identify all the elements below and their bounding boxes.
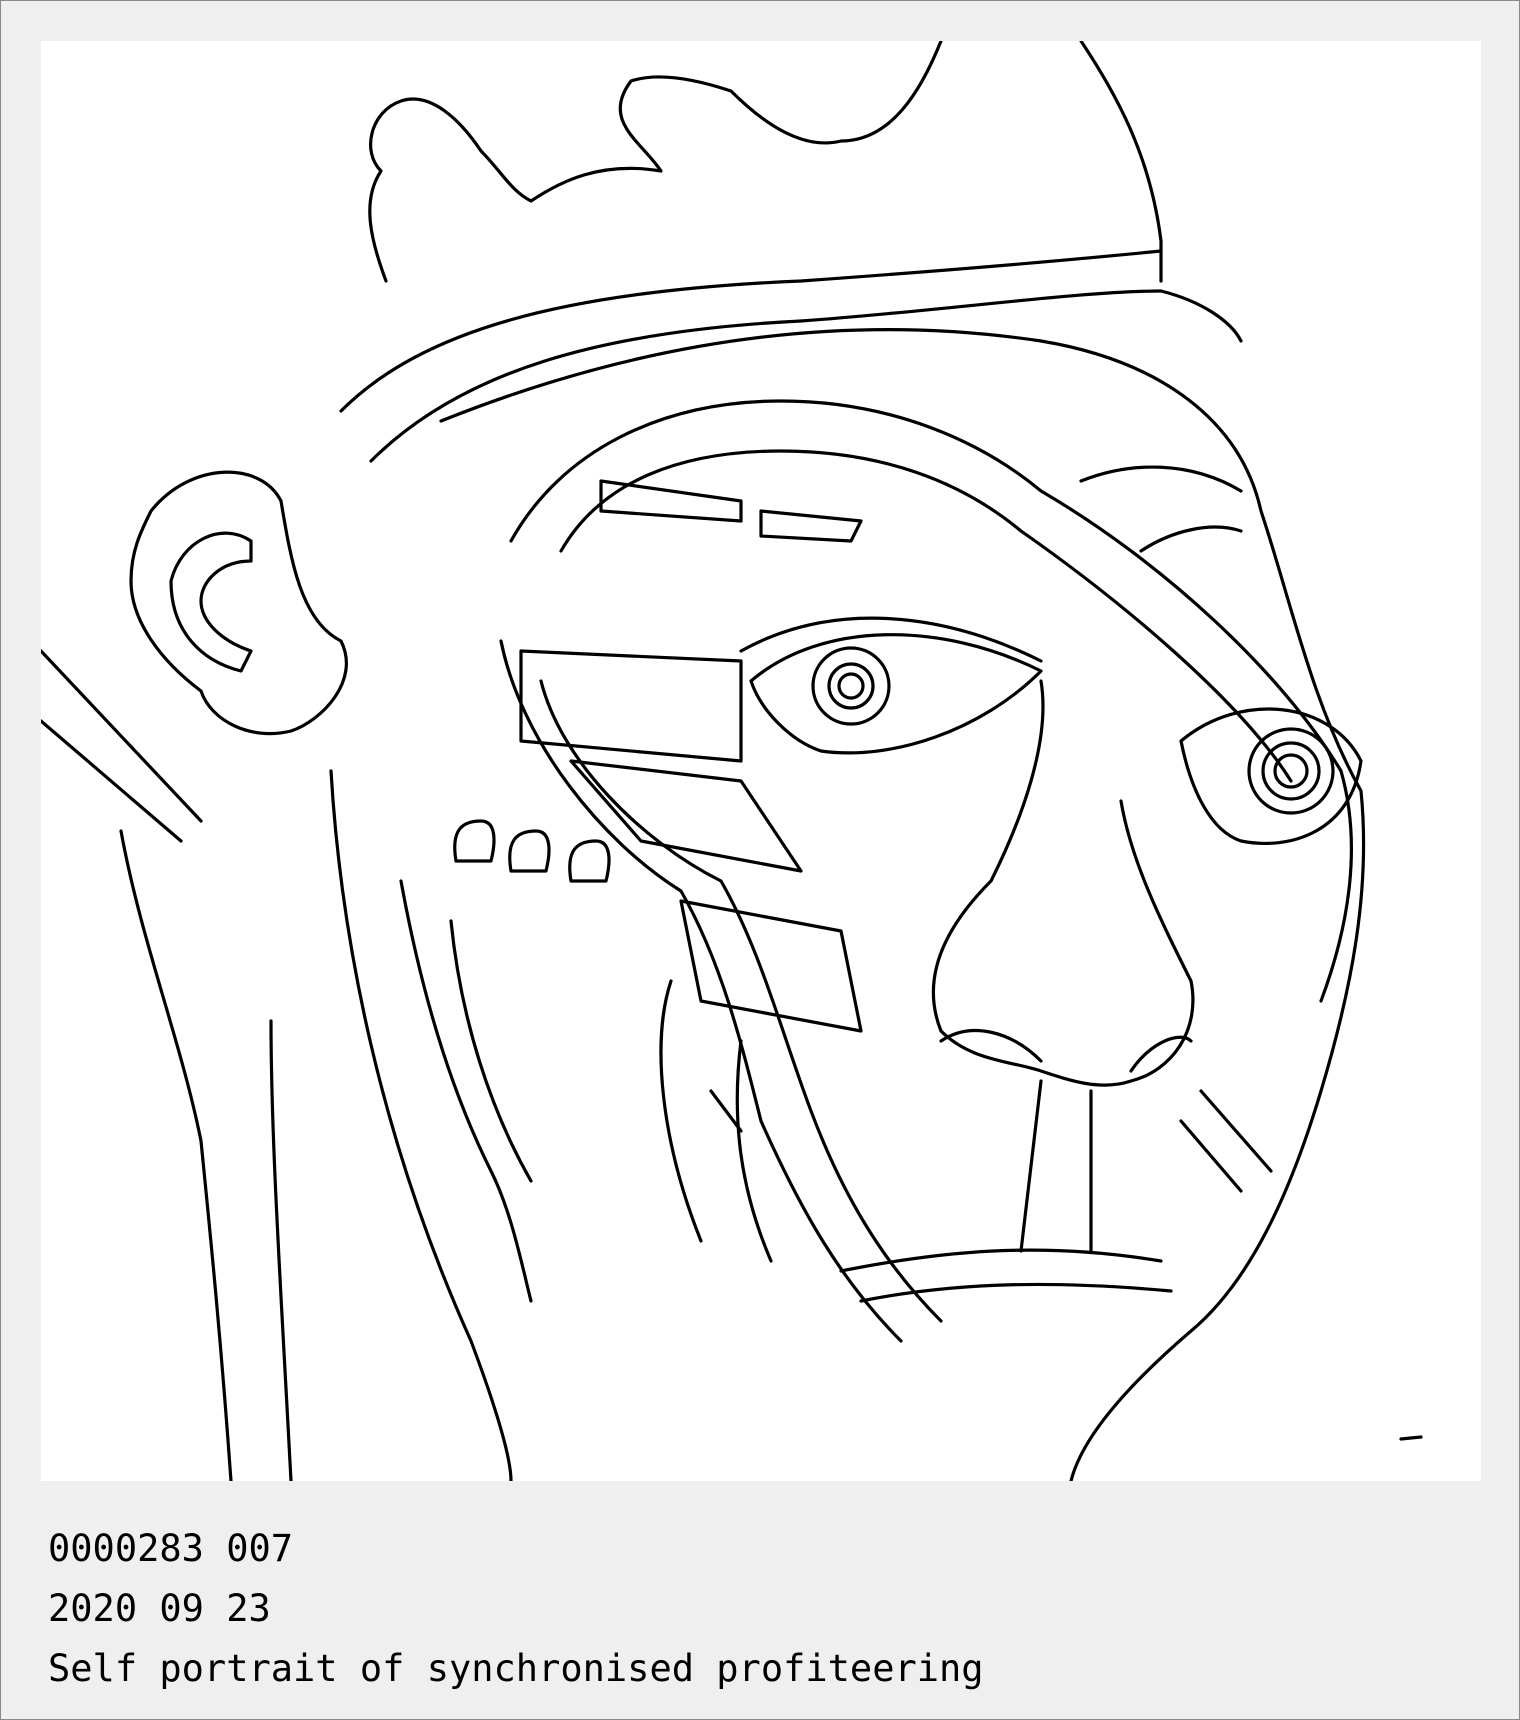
forehead-line-2: [1139, 525, 1243, 553]
face-outline: [439, 328, 1366, 1481]
lower-lip: [859, 1282, 1173, 1303]
hair-outline: [368, 41, 943, 283]
headband-top: [339, 249, 1163, 413]
card-frame: 0000283 007 2020 09 23 Self portrait of …: [0, 0, 1520, 1720]
cheek-line-1: [1179, 1119, 1243, 1193]
signature-dash: [1399, 1435, 1423, 1441]
ribbon-seg-4: [569, 759, 803, 873]
tooth-1: [453, 819, 496, 863]
shoulder-line: [41, 649, 203, 823]
tooth-3: [568, 839, 611, 883]
ribbon-seg-3: [519, 649, 743, 763]
line-art-portrait: [41, 41, 1481, 1481]
artwork-date: 2020 09 23: [48, 1587, 271, 1630]
ear-outline: [129, 470, 348, 736]
left-eye-dot: [837, 672, 865, 700]
caption-block: 0000283 007 2020 09 23 Self portrait of …: [48, 1519, 984, 1699]
ribbon-seg-2: [759, 509, 863, 543]
strand-2: [659, 979, 703, 1243]
right-eye-pupil: [1261, 741, 1321, 801]
philtrum-left: [1019, 1079, 1043, 1253]
left-eye-iris: [811, 646, 891, 726]
neck-right: [269, 1019, 293, 1481]
neck-left: [119, 829, 233, 1481]
left-jaw-1: [399, 879, 533, 1303]
hair-right: [1079, 41, 1163, 283]
ear-inner: [169, 531, 253, 673]
headband-bottom: [369, 289, 1163, 463]
shoulder-line-2: [41, 719, 183, 843]
tooth-2: [508, 829, 551, 873]
nose-outline: [931, 679, 1195, 1087]
headband-right: [1159, 289, 1243, 343]
left-jaw-2: [449, 919, 533, 1183]
portrait-drawing: [41, 41, 1423, 1481]
left-lid: [739, 616, 1043, 663]
neck-mid: [329, 769, 513, 1481]
artwork-title: Self portrait of synchronised profiteeri…: [48, 1647, 984, 1690]
artwork-id: 0000283 007: [48, 1527, 294, 1570]
strand-3: [735, 1039, 773, 1263]
nostril-left: [939, 1029, 1043, 1063]
left-eye-pupil: [827, 662, 875, 710]
ribbon-seg-5: [679, 899, 863, 1033]
ribbon-lower-2: [539, 679, 943, 1323]
forehead-line-1: [1079, 465, 1243, 493]
left-eye-outline: [749, 633, 1043, 755]
ribbon-inner: [559, 449, 1293, 783]
